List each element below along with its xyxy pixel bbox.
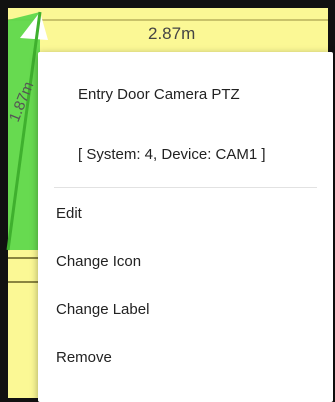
menu-item-label: Edit <box>56 205 82 222</box>
menu-divider <box>54 187 317 188</box>
menu-item-label: Change Label <box>56 301 150 318</box>
menu-item-label: Change Icon <box>56 253 142 270</box>
menu-item-change-label[interactable]: Change Label <box>38 290 333 330</box>
top-dimension-label: 2.87m <box>148 24 196 43</box>
device-info: [ System: 4, Device: CAM1 ] <box>78 146 266 163</box>
floorplan-stage: 2.87m 1.87m Entry Door Camera PTZ [ Syst… <box>0 0 335 402</box>
menu-item-remove[interactable]: Remove <box>38 338 333 378</box>
menu-item-label: Remove <box>56 349 112 366</box>
menu-item-change-icon[interactable]: Change Icon <box>38 242 333 282</box>
menu-item-edit[interactable]: Edit <box>38 194 333 234</box>
device-name: Entry Door Camera PTZ <box>78 86 240 103</box>
context-menu: Entry Door Camera PTZ [ System: 4, Devic… <box>38 52 333 402</box>
